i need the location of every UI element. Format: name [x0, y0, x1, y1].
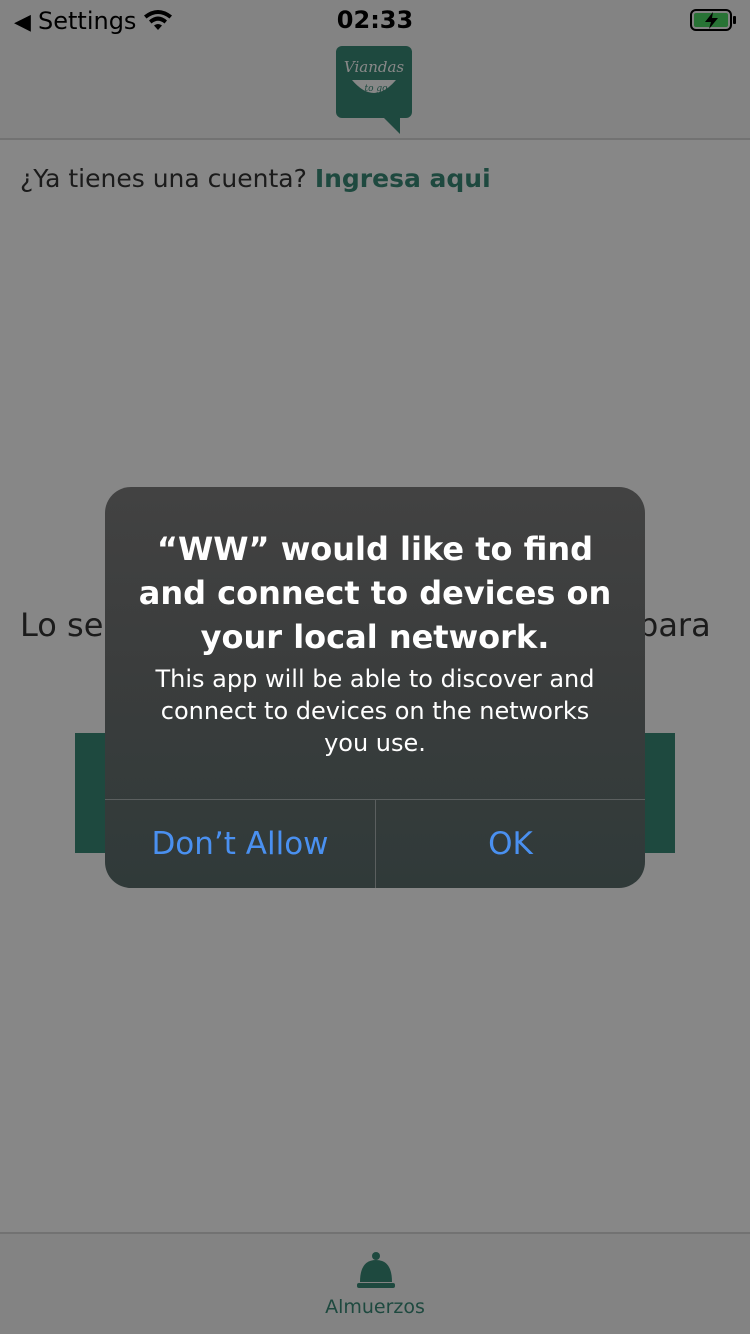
dont-allow-button[interactable]: Don’t Allow: [105, 800, 375, 888]
alert-title: “WW” would like to find and connect to d…: [138, 530, 612, 656]
local-network-permission-alert: “WW” would like to find and connect to d…: [105, 487, 645, 888]
ok-button[interactable]: OK: [376, 800, 645, 888]
alert-message: This app will be able to discover and co…: [155, 665, 595, 757]
